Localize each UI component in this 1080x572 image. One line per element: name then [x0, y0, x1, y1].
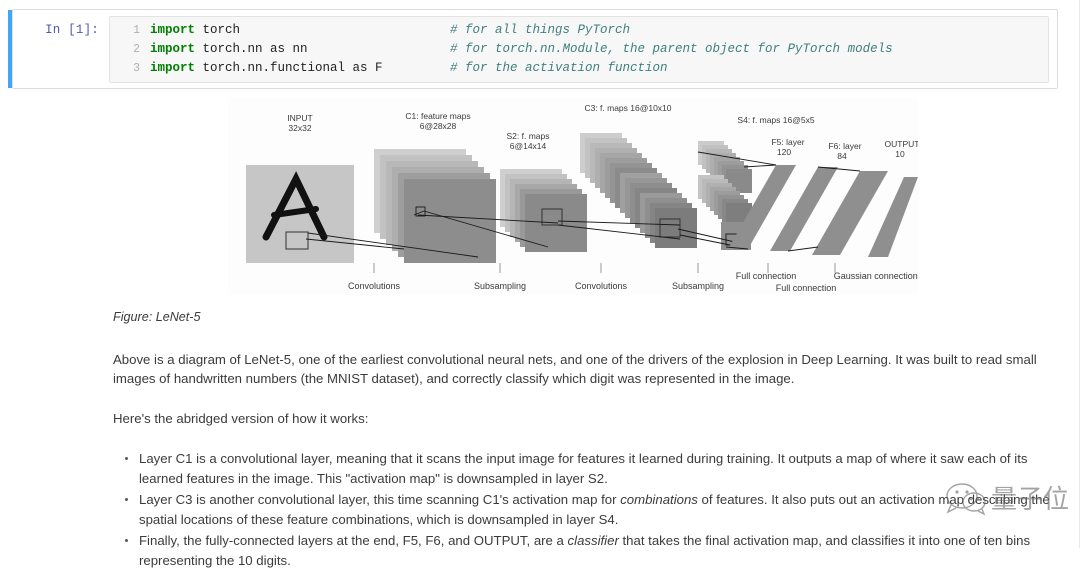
bullet-text-part1: Layer C3 is another convolutional layer,…: [139, 492, 621, 507]
code-keyword: import: [150, 61, 196, 75]
label-input-size: 32x32: [288, 123, 311, 133]
label-output-size: 10: [895, 149, 905, 159]
line-number: 3: [133, 62, 140, 75]
code-line: 1 import torch # for all things PyTorch: [110, 21, 1048, 40]
code-comment: # for all things PyTorch: [450, 23, 631, 37]
code-comment: # for torch.nn.Module, the parent object…: [450, 42, 893, 56]
label-s2: S2: f. maps: [507, 131, 550, 141]
line-number: 2: [133, 43, 140, 56]
label-f5-size: 120: [777, 147, 791, 157]
bullet-text-part1: Layer C1 is a convolutional layer, meani…: [139, 451, 1028, 486]
label-output: OUTPUT: [885, 139, 918, 149]
label-c1-size: 6@28x28: [420, 121, 457, 131]
lenet5-diagram: INPUT 32x32 C1: feature maps 6@28x28 S2:…: [228, 97, 918, 295]
label-convolutions-1: Convolutions: [348, 281, 401, 291]
code-statement: torch.nn as nn: [195, 42, 308, 56]
bullet-text-italic: classifier: [567, 533, 619, 548]
notebook-page: In [1]: 1 import torch # for all things P…: [0, 0, 1080, 568]
code-statement: torch: [195, 23, 241, 37]
code-line: 2 import torch.nn as nn # for torch.nn.Mo…: [110, 40, 1048, 59]
label-f6-size: 84: [837, 151, 847, 161]
lead-in-paragraph: Here's the abridged version of how it wo…: [113, 410, 369, 426]
code-statement: torch.nn.functional as F: [195, 61, 383, 75]
intro-paragraph: Above is a diagram of LeNet-5, one of th…: [113, 351, 1037, 387]
bullet-text-part1: Finally, the fully-connected layers at t…: [139, 533, 568, 548]
label-full-connection-1: Full connection: [736, 271, 797, 281]
bullet-text-italic: combinations: [620, 492, 698, 507]
code-comment: # for the activation function: [450, 61, 668, 75]
list-item: Layer C1 is a convolutional layer, meani…: [125, 449, 1058, 488]
list-item: Finally, the fully-connected layers at t…: [125, 531, 1058, 570]
label-subsampling-1: Subsampling: [474, 281, 526, 291]
article-body: Figure: LeNet-5 Above is a diagram of Le…: [113, 308, 1058, 572]
code-input-area[interactable]: 1 import torch # for all things PyTorch 2…: [109, 16, 1049, 83]
code-keyword: import: [150, 23, 196, 37]
label-c1: C1: feature maps: [405, 111, 470, 121]
label-full-connection-2: Full connection: [776, 283, 837, 293]
label-convolutions-2: Convolutions: [575, 281, 628, 291]
code-cell[interactable]: In [1]: 1 import torch # for all things P…: [12, 9, 1058, 89]
label-c3: C3: f. maps 16@10x10: [584, 103, 671, 113]
label-gaussian-connections: Gaussian connections: [834, 271, 918, 281]
label-subsampling-2: Subsampling: [672, 281, 724, 291]
label-s2-size: 6@14x14: [510, 141, 547, 151]
code-line: 3 import torch.nn.functional as F # for t…: [110, 59, 1048, 78]
label-f6: F6: layer: [828, 141, 861, 151]
code-keyword: import: [150, 42, 196, 56]
steps-list: Layer C1 is a convolutional layer, meani…: [113, 449, 1058, 570]
label-f5: F5: layer: [771, 137, 804, 147]
list-item: Layer C3 is another convolutional layer,…: [125, 490, 1058, 529]
cell-prompt: In [1]:: [45, 23, 99, 37]
figure-caption: Figure: LeNet-5: [113, 310, 201, 324]
label-input: INPUT: [287, 113, 313, 123]
line-number: 1: [133, 24, 140, 37]
label-s4: S4: f. maps 16@5x5: [737, 115, 814, 125]
